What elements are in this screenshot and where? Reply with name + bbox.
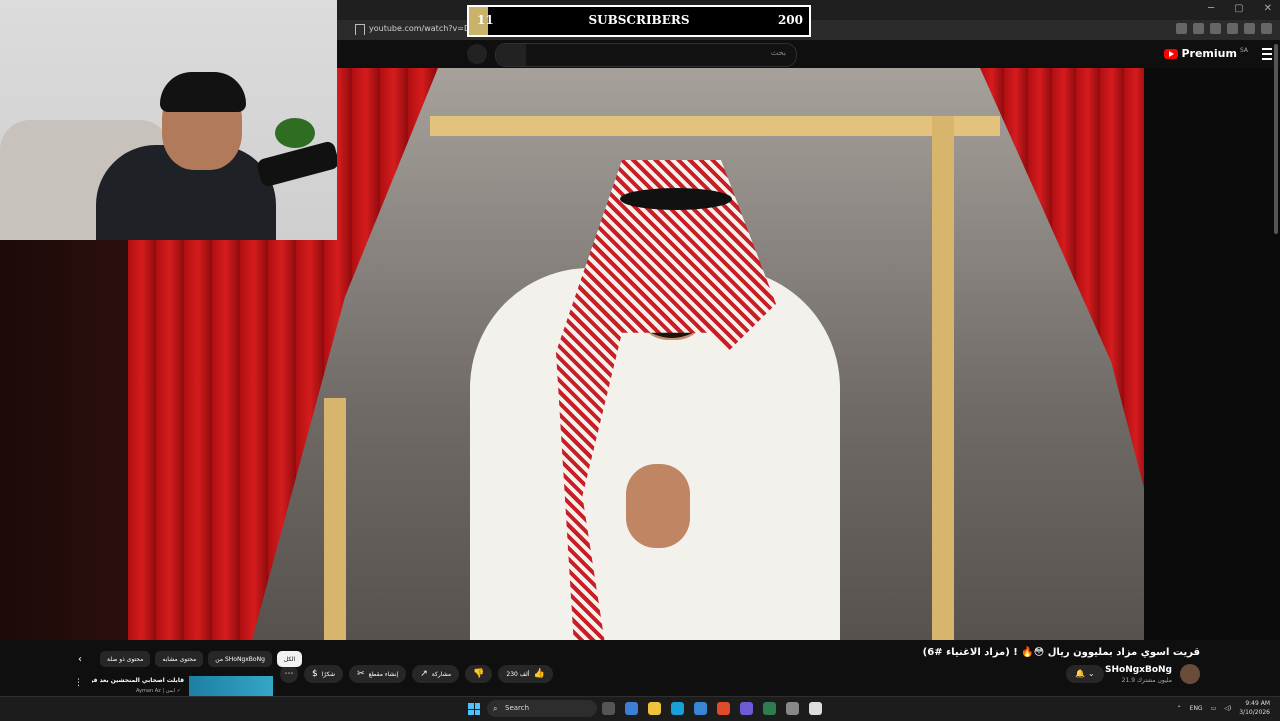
minimize-button[interactable]: ─ (1208, 3, 1214, 14)
extension-icon[interactable] (1244, 23, 1255, 34)
premium-label: Premium (1181, 47, 1237, 60)
extension-icon[interactable] (1193, 23, 1204, 34)
system-tray: ⌃ ENG ▭ ◁) 9:49 AM 3/10/2026 (1177, 699, 1270, 717)
taskbar-search-label: Search (505, 704, 530, 712)
windows-start-icon[interactable] (468, 703, 480, 715)
channel-name[interactable]: SHoNgxBoNg (1105, 665, 1172, 675)
chip-all[interactable]: الكل (276, 651, 303, 667)
chip-similar[interactable]: محتوى مشابه (155, 651, 204, 667)
search-icon: ⌕ (493, 704, 498, 713)
maximize-button[interactable]: ▢ (1234, 3, 1243, 14)
clock-date: 3/10/2026 (1239, 709, 1270, 716)
search-input[interactable]: بحث (495, 43, 797, 67)
recommendation-menu-icon[interactable]: ⋮ (74, 678, 83, 688)
video-info-area: قريت اسوي مزاد بمليوون ريال 😳🔥 ! (مزاد ا… (0, 640, 1280, 696)
notification-bell-button[interactable]: 🔔 ⌄ (1066, 665, 1104, 683)
app-icon[interactable] (809, 702, 822, 715)
thumbs-down-icon: 👎 (473, 669, 485, 679)
video-actions: ⋯ $ شكرًا ✂ إنشاء مقطع ↗ مشاركة 👎 230 ألف 👍 (280, 665, 553, 683)
subscriber-label: SUBSCRIBERS (588, 13, 690, 27)
webcam-plant (275, 118, 315, 148)
more-icon: ⋯ (284, 669, 294, 679)
youtube-logo-icon (1164, 48, 1179, 59)
file-explorer-icon[interactable] (648, 702, 661, 715)
volume-icon[interactable]: ◁) (1224, 705, 1231, 712)
close-button[interactable]: ✕ (1264, 3, 1272, 14)
share-button[interactable]: ↗ مشاركة (412, 665, 460, 683)
excel-icon[interactable] (763, 702, 776, 715)
subscriber-goal-bar: 11 SUBSCRIBERS 200 (467, 5, 811, 37)
recommendation-thumbnail[interactable] (189, 676, 273, 696)
presenter-hands (626, 464, 690, 548)
search-placeholder: بحث (770, 48, 786, 57)
extension-icon[interactable] (1261, 23, 1272, 34)
mic-icon[interactable] (467, 44, 487, 64)
search-icon[interactable] (496, 44, 526, 66)
extension-icons (1176, 23, 1272, 34)
more-actions-button[interactable]: ⋯ (280, 665, 298, 683)
like-button[interactable]: 230 ألف 👍 (498, 665, 553, 683)
streamer-hair (160, 72, 246, 112)
clip-label: إنشاء مقطع (368, 670, 399, 678)
video-left-edge (0, 240, 128, 640)
thanks-label: شكرًا (321, 670, 336, 678)
share-icon: ↗ (420, 669, 428, 679)
extension-icon[interactable] (1227, 23, 1238, 34)
chip-from-channel[interactable]: من SHoNgxBoNg (208, 651, 272, 667)
brave-icon[interactable] (717, 702, 730, 715)
store-icon[interactable] (694, 702, 707, 715)
like-count: 230 ألف (506, 670, 530, 678)
stage-frame (932, 116, 954, 640)
stage-frame (430, 116, 1000, 136)
region-label: SA (1239, 47, 1248, 54)
page-scrollbar[interactable] (1274, 44, 1278, 234)
subscriber-goal: 200 (777, 13, 803, 27)
extension-icon[interactable] (1176, 23, 1187, 34)
window-controls: ─ ▢ ✕ (1208, 3, 1272, 14)
channel-avatar[interactable] (1180, 664, 1200, 684)
recommendation-title[interactable]: قابلت اصحابي المنحشين بعد فراق سنتين ! (92, 677, 184, 684)
video-title: قريت اسوي مزاد بمليوون ريال 😳🔥 ! (مزاد ا… (922, 647, 1200, 658)
obs-icon[interactable] (786, 702, 799, 715)
task-view-icon[interactable] (602, 702, 615, 715)
clip-button[interactable]: ✂ إنشاء مقطع (349, 665, 407, 683)
dislike-button[interactable]: 👎 (465, 665, 493, 683)
language-indicator[interactable]: ENG (1190, 705, 1203, 712)
chips-prev-arrow-icon[interactable]: ‹ (78, 654, 82, 665)
clock-time: 9:49 AM (1245, 700, 1270, 707)
edge-icon[interactable] (671, 702, 684, 715)
recommendation-channel[interactable]: Ayman Az | ايمن ✓ (136, 688, 181, 694)
youtube-header: بحث Premium SA (337, 40, 1280, 68)
chip-related[interactable]: محتوى ذو صلة (100, 651, 151, 667)
share-label: مشاركة (431, 670, 452, 678)
windows-taskbar: ⌕ Search ⌃ ENG ▭ ◁) 9:49 AM 3/10/2026 (0, 696, 1280, 721)
channel-subscribers: 21.9 مليون مشترك (1121, 677, 1172, 684)
clock[interactable]: 9:49 AM 3/10/2026 (1239, 699, 1270, 717)
taskbar-apps (602, 702, 822, 715)
thumbs-up-icon: 👍 (533, 669, 545, 679)
hamburger-menu-icon[interactable] (1262, 48, 1272, 60)
tray-chevron-icon[interactable]: ⌃ (1177, 705, 1182, 712)
dollar-icon: $ (312, 669, 318, 679)
extension-icon[interactable] (1210, 23, 1221, 34)
network-icon[interactable]: ▭ (1211, 705, 1217, 712)
discord-icon[interactable] (740, 702, 753, 715)
youtube-premium-logo[interactable]: Premium SA (1164, 47, 1248, 60)
bookmark-icon[interactable] (355, 24, 365, 35)
taskbar-search[interactable]: ⌕ Search (487, 700, 597, 717)
stage-frame (324, 398, 346, 640)
recommendation-chips: محتوى ذو صلة محتوى مشابه من SHoNgxBoNg ا… (100, 651, 303, 667)
thanks-button[interactable]: $ شكرًا (304, 665, 344, 683)
webcam-overlay (0, 0, 337, 240)
presenter-agal (620, 188, 732, 210)
copilot-icon[interactable] (625, 702, 638, 715)
scissors-icon: ✂ (357, 669, 365, 679)
